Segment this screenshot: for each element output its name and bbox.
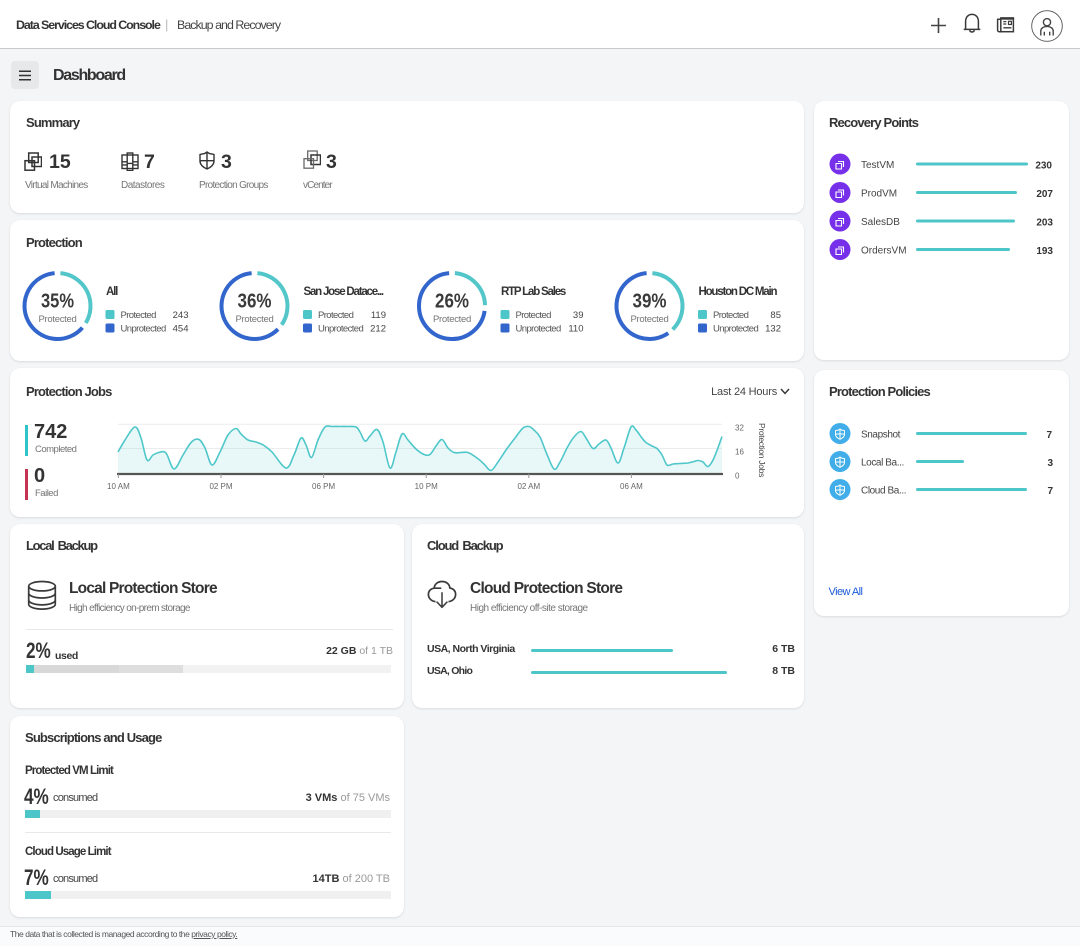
svg-text:02 PM: 02 PM <box>209 482 232 491</box>
svg-text:Protection Jobs: Protection Jobs <box>757 423 767 477</box>
svg-text:7: 7 <box>1047 486 1053 497</box>
svg-text:Cloud Ba...: Cloud Ba... <box>861 486 906 497</box>
svg-text:16: 16 <box>735 448 744 457</box>
svg-text:02 AM: 02 AM <box>517 482 540 491</box>
svg-text:06 PM: 06 PM <box>312 482 335 491</box>
svg-text:06 AM: 06 AM <box>620 482 643 491</box>
svg-text:10 PM: 10 PM <box>415 482 438 491</box>
svg-text:32: 32 <box>735 424 744 433</box>
svg-text:3: 3 <box>1047 458 1053 469</box>
svg-text:Local Ba...: Local Ba... <box>861 458 904 469</box>
svg-text:10 AM: 10 AM <box>107 482 130 491</box>
svg-text:7: 7 <box>1046 430 1052 441</box>
svg-text:0: 0 <box>735 472 740 481</box>
svg-text:Snapshot: Snapshot <box>861 430 901 441</box>
